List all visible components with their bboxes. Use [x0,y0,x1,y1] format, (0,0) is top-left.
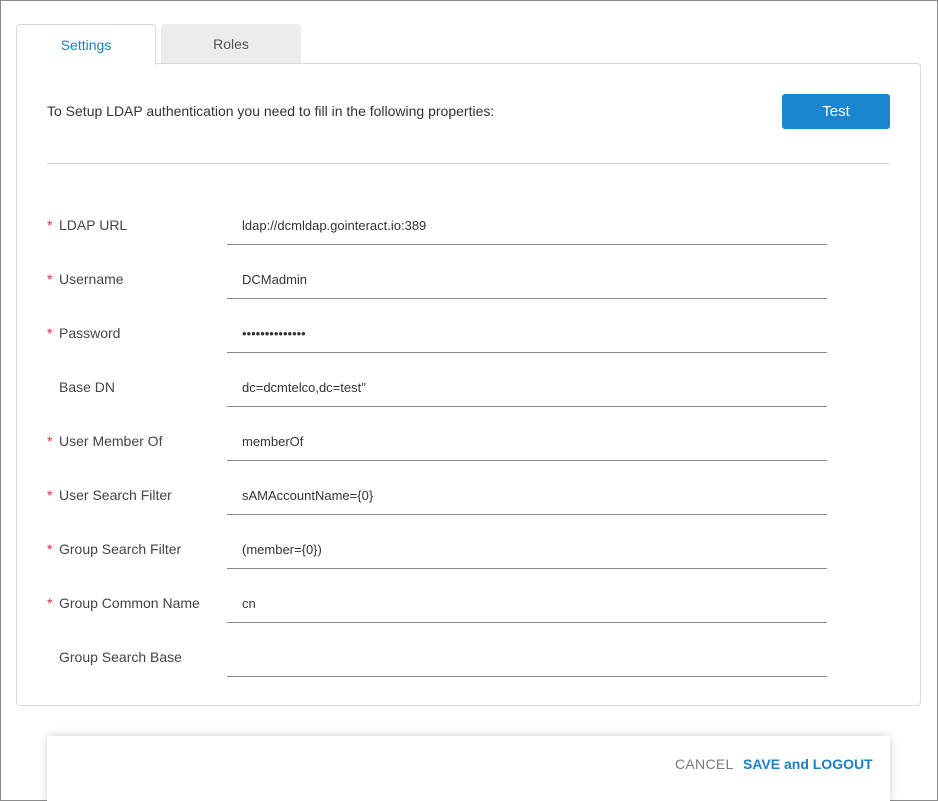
field-label: Group Search Filter [59,541,182,557]
field-underline [227,525,827,569]
settings-panel: To Setup LDAP authentication you need to… [16,63,921,706]
required-marker: * [47,433,53,449]
username-input[interactable] [227,255,827,298]
tab-settings[interactable]: Settings [16,24,156,65]
tab-roles[interactable]: Roles [161,24,301,64]
test-button[interactable]: Test [782,94,890,129]
required-marker: * [47,217,53,233]
field-underline [227,417,827,461]
ldap-url-input[interactable] [227,201,827,244]
field-label: Group Search Base [59,649,182,665]
field-row-group-search-filter: * Group Search Filter [47,525,827,579]
field-underline [227,579,827,623]
field-label: Group Common Name [59,595,200,611]
field-row-group-search-base: Group Search Base [47,633,827,687]
intro-text: To Setup LDAP authentication you need to… [47,103,495,119]
required-marker: * [47,541,53,557]
field-label: User Member Of [59,433,163,449]
field-row-username: * Username [47,255,827,309]
group-search-base-input[interactable] [227,633,827,676]
field-row-user-member-of: * User Member Of [47,417,827,471]
field-underline [227,471,827,515]
window-frame: Settings Roles To Setup LDAP authenticat… [0,0,938,801]
field-label: Base DN [59,379,116,395]
field-row-password: * Password [47,309,827,363]
field-label: Username [59,271,124,287]
field-underline [227,255,827,299]
field-label: LDAP URL [59,217,128,233]
field-underline [227,633,827,677]
field-label: Password [59,325,121,341]
group-search-filter-input[interactable] [227,525,827,568]
cancel-button[interactable]: CANCEL [675,756,734,772]
group-common-name-input[interactable] [227,579,827,622]
required-marker: * [47,487,53,503]
field-label: User Search Filter [59,487,172,503]
base-dn-input[interactable] [227,363,827,406]
required-marker: * [47,325,53,341]
field-row-ldap-url: * LDAP URL [47,201,827,255]
field-row-group-common-name: * Group Common Name [47,579,827,633]
field-row-user-search-filter: * User Search Filter [47,471,827,525]
save-and-logout-button[interactable]: SAVE and LOGOUT [743,756,873,772]
user-member-of-input[interactable] [227,417,827,460]
required-marker: * [47,595,53,611]
user-search-filter-input[interactable] [227,471,827,514]
footer-bar: CANCEL SAVE and LOGOUT [47,736,890,801]
field-underline [227,201,827,245]
field-underline [227,363,827,407]
required-marker: * [47,271,53,287]
password-input[interactable] [227,309,827,352]
field-row-base-dn: Base DN [47,363,827,417]
divider [47,163,890,164]
field-underline [227,309,827,353]
